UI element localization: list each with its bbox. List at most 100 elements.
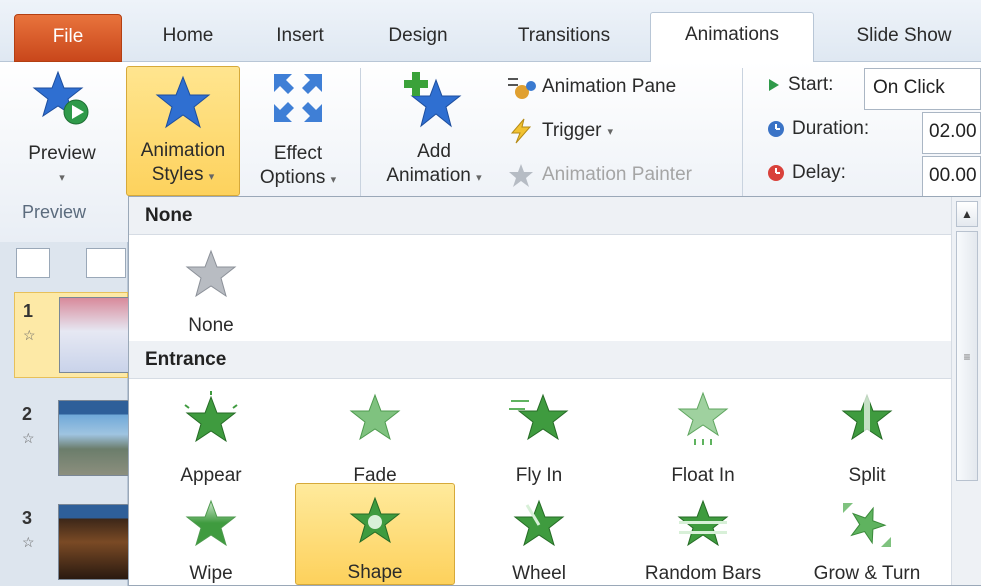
wipe-star-icon bbox=[185, 499, 237, 547]
add-animation-label-1: Add bbox=[417, 141, 451, 162]
split-star-icon bbox=[841, 393, 893, 443]
animation-fly-in[interactable]: Fly In bbox=[459, 387, 619, 487]
tab-slide-show[interactable]: Slide Show bbox=[834, 14, 974, 62]
tab-design[interactable]: Design bbox=[366, 14, 470, 62]
delay-clock-icon bbox=[768, 165, 784, 181]
effect-options-button[interactable]: Effect Options ▾ bbox=[246, 68, 350, 196]
trigger-label: Trigger bbox=[542, 120, 602, 141]
preview-caret: ▾ bbox=[59, 172, 65, 184]
section-header-entrance: Entrance bbox=[129, 341, 951, 379]
scroll-thumb[interactable]: ≡ bbox=[956, 231, 978, 481]
start-label: Start: bbox=[788, 74, 834, 95]
duration-label: Duration: bbox=[792, 118, 870, 139]
animation-pane-icon bbox=[508, 78, 536, 99]
animation-appear[interactable]: Appear bbox=[131, 387, 291, 487]
animation-shape-label: Shape bbox=[347, 562, 403, 583]
effect-options-caret: ▾ bbox=[330, 174, 337, 186]
tab-transitions[interactable]: Transitions bbox=[494, 14, 634, 62]
random-bars-star-icon bbox=[677, 499, 729, 547]
start-select[interactable]: On Click bbox=[864, 68, 981, 110]
animation-wheel[interactable]: Wheel bbox=[459, 493, 619, 585]
animation-painter-button[interactable]: Animation Painter bbox=[506, 161, 692, 189]
animation-float-in-label: Float In bbox=[671, 465, 735, 486]
add-animation-caret: ▾ bbox=[476, 172, 482, 184]
animation-styles-label-1: Animation bbox=[140, 140, 226, 161]
animation-grow-turn[interactable]: Grow & Turn bbox=[787, 493, 947, 585]
lightning-icon bbox=[510, 118, 532, 144]
start-row: Start: bbox=[766, 74, 833, 96]
animation-styles-button[interactable]: Animation Styles ▾ bbox=[126, 66, 240, 196]
tab-home[interactable]: Home bbox=[140, 14, 236, 62]
slide-thumbnail-2[interactable]: 2 ☆ bbox=[14, 396, 134, 482]
animation-star-icon: ☆ bbox=[22, 534, 35, 550]
tab-animations[interactable]: Animations bbox=[650, 12, 814, 62]
delay-input[interactable]: 00.00 bbox=[922, 156, 981, 198]
slide-thumbnail-3[interactable]: 3 ☆ bbox=[14, 500, 134, 586]
grow-turn-star-icon bbox=[843, 503, 891, 547]
animation-shape[interactable]: Shape bbox=[295, 483, 455, 585]
animation-split-label: Split bbox=[848, 465, 886, 486]
add-animation-button[interactable]: Add Animation ▾ bbox=[370, 68, 498, 196]
trigger-button[interactable]: Trigger ▾ bbox=[506, 117, 613, 145]
group-label-preview: Preview bbox=[22, 202, 87, 222]
animation-random-bars[interactable]: Random Bars bbox=[623, 493, 783, 585]
scroll-up-button[interactable]: ▲ bbox=[956, 201, 978, 227]
animation-wheel-label: Wheel bbox=[512, 563, 566, 584]
add-animation-label-2: Animation bbox=[386, 165, 471, 186]
fade-star-icon bbox=[349, 393, 401, 441]
shape-star-icon bbox=[349, 496, 401, 544]
slide-thumbnail-1[interactable]: 1 ☆ bbox=[14, 292, 135, 378]
animation-float-in[interactable]: Float In bbox=[623, 387, 783, 487]
slide-image bbox=[58, 400, 134, 476]
trigger-caret: ▾ bbox=[607, 125, 614, 138]
animation-none[interactable]: None bbox=[131, 245, 291, 337]
animation-grow-turn-label: Grow & Turn bbox=[813, 563, 921, 584]
animation-wipe[interactable]: Wipe bbox=[131, 493, 291, 585]
slide-number: 3 bbox=[22, 508, 33, 528]
clock-icon bbox=[768, 121, 784, 137]
duration-row: Duration: bbox=[766, 118, 869, 140]
animation-star-icon: ☆ bbox=[23, 327, 36, 343]
add-animation-star-icon bbox=[404, 72, 462, 128]
slide-image bbox=[59, 297, 135, 373]
effect-options-label-1: Effect bbox=[273, 143, 323, 164]
effect-options-arrows-icon bbox=[274, 74, 322, 122]
play-icon bbox=[769, 79, 779, 91]
animation-star-icon: ☆ bbox=[22, 430, 35, 446]
tab-insert[interactable]: Insert bbox=[256, 14, 344, 62]
animation-wipe-label: Wipe bbox=[189, 563, 233, 584]
animation-styles-star-icon bbox=[155, 75, 211, 129]
delay-row: Delay: bbox=[766, 162, 846, 184]
animation-styles-label-2: Styles bbox=[151, 164, 204, 185]
preview-star-icon bbox=[32, 70, 89, 125]
animation-random-bars-label: Random Bars bbox=[644, 563, 762, 584]
animation-fade[interactable]: Fade bbox=[295, 387, 455, 487]
slides-tab[interactable] bbox=[16, 248, 50, 278]
gallery-scrollbar[interactable]: ▲ ≡ bbox=[951, 197, 981, 585]
animation-painter-icon bbox=[509, 164, 533, 187]
delay-label: Delay: bbox=[792, 162, 846, 183]
appear-star-icon bbox=[184, 391, 238, 443]
animation-none-label: None bbox=[188, 315, 234, 336]
animation-gallery: None None Entrance Appear Fade Fly In Fl… bbox=[128, 196, 981, 586]
tab-file[interactable]: File bbox=[14, 14, 122, 62]
duration-input[interactable]: 02.00 bbox=[922, 112, 981, 154]
animation-fly-in-label: Fly In bbox=[515, 465, 563, 486]
slides-panel: 1 ☆ 2 ☆ 3 ☆ bbox=[0, 242, 135, 586]
wheel-star-icon bbox=[513, 499, 565, 547]
animation-pane-label: Animation Pane bbox=[542, 76, 677, 97]
slide-number: 1 bbox=[23, 301, 34, 321]
effect-options-label-2: Options bbox=[259, 167, 326, 188]
fly-in-star-icon bbox=[509, 393, 569, 441]
animation-painter-label: Animation Painter bbox=[542, 164, 692, 185]
animation-pane-button[interactable]: Animation Pane bbox=[506, 74, 676, 100]
animation-styles-caret: ▾ bbox=[208, 171, 215, 183]
float-in-star-icon bbox=[677, 391, 729, 445]
outline-tab[interactable] bbox=[86, 248, 126, 278]
slide-number: 2 bbox=[22, 404, 33, 424]
animation-appear-label: Appear bbox=[180, 465, 242, 486]
section-header-none: None bbox=[129, 197, 951, 235]
preview-label: Preview bbox=[28, 143, 96, 164]
animation-split[interactable]: Split bbox=[787, 387, 947, 487]
preview-button[interactable]: Preview ▾ bbox=[14, 68, 110, 196]
